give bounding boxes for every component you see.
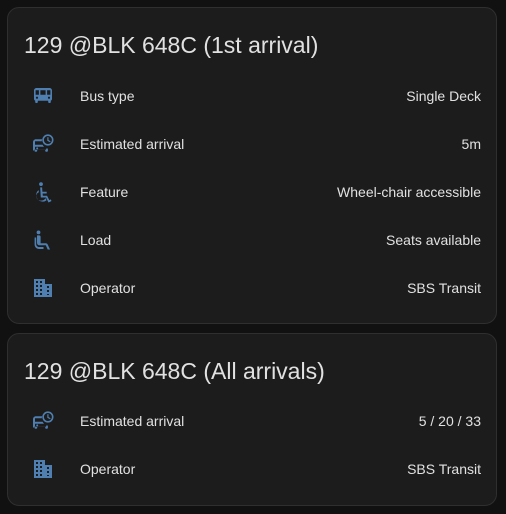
row-value: SBS Transit bbox=[407, 461, 481, 477]
entity-row-operator[interactable]: Operator SBS Transit bbox=[8, 445, 496, 493]
entity-row-bus-type[interactable]: Bus type Single Deck bbox=[8, 72, 496, 120]
row-label: Operator bbox=[80, 461, 136, 477]
office-building-icon bbox=[31, 457, 55, 481]
row-label: Estimated arrival bbox=[80, 413, 185, 429]
row-value: Wheel-chair accessible bbox=[337, 184, 481, 200]
seat-passenger-icon bbox=[31, 228, 55, 252]
wheelchair-icon bbox=[31, 180, 55, 204]
card-title: 129 @BLK 648C (1st arrival) bbox=[24, 32, 319, 58]
row-label: Feature bbox=[80, 184, 129, 200]
entity-row-load[interactable]: Load Seats available bbox=[8, 216, 496, 264]
row-value: SBS Transit bbox=[407, 280, 481, 296]
bus-arrival-card-first: 129 @BLK 648C (1st arrival) Bus type Sin… bbox=[7, 7, 497, 324]
row-value: Single Deck bbox=[406, 88, 481, 104]
bus-icon bbox=[31, 84, 55, 108]
row-label: Bus type bbox=[80, 88, 135, 104]
entity-row-feature[interactable]: Feature Wheel-chair accessible bbox=[8, 168, 496, 216]
card-title: 129 @BLK 648C (All arrivals) bbox=[24, 358, 325, 384]
entity-row-estimated-arrival[interactable]: Estimated arrival 5 / 20 / 33 bbox=[8, 397, 496, 445]
row-value: Seats available bbox=[386, 232, 481, 248]
bus-clock-icon bbox=[31, 132, 55, 156]
office-building-icon bbox=[31, 276, 55, 300]
bus-clock-icon bbox=[31, 409, 55, 433]
row-label: Load bbox=[80, 232, 112, 248]
row-label: Operator bbox=[80, 280, 136, 296]
bus-arrival-card-all: 129 @BLK 648C (All arrivals) Estimated a… bbox=[7, 333, 497, 506]
row-label: Estimated arrival bbox=[80, 136, 185, 152]
entity-row-operator[interactable]: Operator SBS Transit bbox=[8, 264, 496, 312]
entity-row-estimated-arrival[interactable]: Estimated arrival 5m bbox=[8, 120, 496, 168]
row-value: 5m bbox=[461, 136, 481, 152]
row-value: 5 / 20 / 33 bbox=[418, 413, 481, 429]
